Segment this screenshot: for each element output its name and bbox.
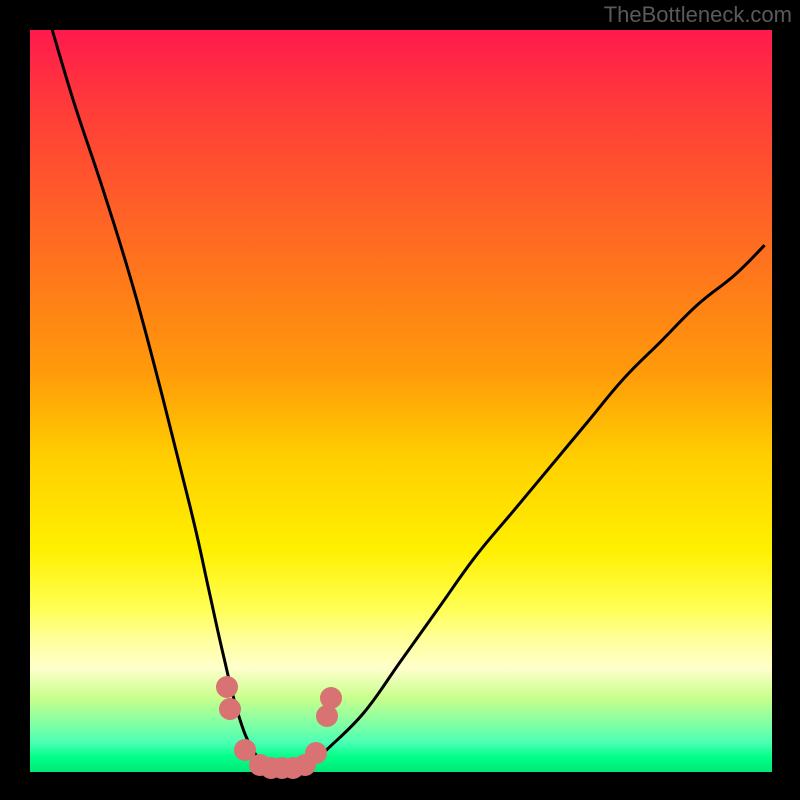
- data-marker: [316, 705, 338, 727]
- chart-plot-area: [30, 30, 772, 772]
- watermark-text: TheBottleneck.com: [604, 2, 792, 28]
- data-marker: [216, 676, 238, 698]
- data-marker: [219, 698, 241, 720]
- data-marker: [320, 687, 342, 709]
- bottleneck-curve: [30, 30, 772, 772]
- data-marker: [305, 742, 327, 764]
